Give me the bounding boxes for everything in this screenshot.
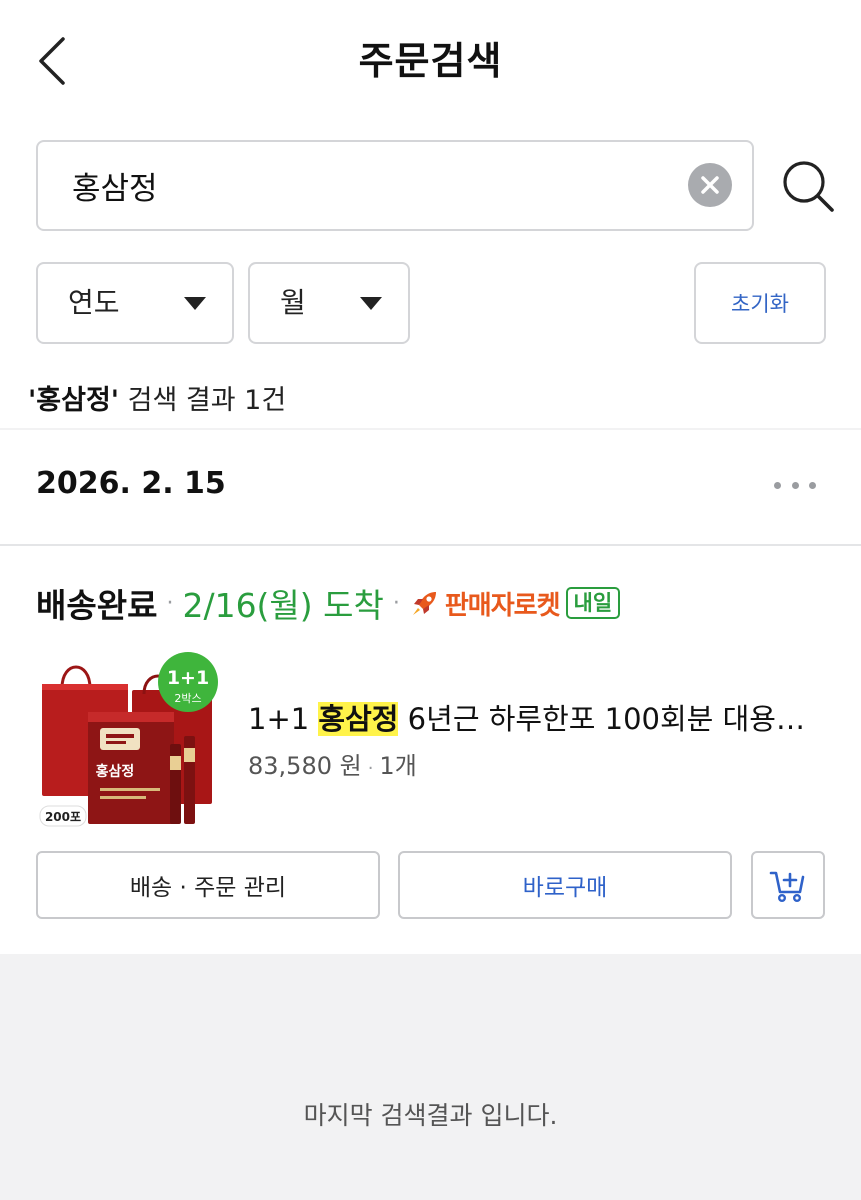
cart-plus-icon [769, 871, 805, 903]
separator-dot: · [392, 590, 400, 616]
product-title-prefix: 1+1 [248, 702, 319, 736]
clear-search-button[interactable] [688, 163, 732, 207]
product-price: 83,580 원 [248, 752, 362, 780]
pack-count-label: 200포 [45, 810, 81, 824]
product-image[interactable]: 홍삼정 1+1 2박스 200포 [36, 650, 220, 828]
search-box [36, 140, 754, 231]
separator-dot: · [367, 758, 374, 779]
product-quantity: 1개 [379, 752, 417, 780]
add-to-cart-button[interactable] [751, 851, 825, 919]
order-card: 2026. 2. 15 배송완료 · 2/16(월) 도착 · 판매자로켓 내일 [0, 430, 861, 954]
end-of-results-message: 마지막 검색결과 입니다. [303, 1101, 558, 1130]
month-dropdown[interactable]: 월 [248, 262, 410, 344]
rocket-icon [412, 592, 436, 615]
product-title-highlight: 홍삼정 [318, 702, 399, 736]
more-dot-icon [774, 481, 781, 489]
tomorrow-badge: 내일 [565, 587, 621, 619]
divider [0, 544, 861, 546]
caret-down-icon [360, 297, 382, 310]
more-options-button[interactable] [774, 476, 816, 494]
result-summary: '홍삼정' 검색 결과 1건 [28, 378, 286, 417]
search-button[interactable] [780, 158, 836, 214]
year-dropdown[interactable]: 연도 [36, 262, 234, 344]
result-query: '홍삼정' [28, 385, 120, 416]
buy-again-button[interactable]: 바로구매 [398, 851, 732, 919]
result-count-text: 검색 결과 1건 [119, 385, 287, 416]
reset-button[interactable]: 초기화 [694, 262, 826, 344]
search-input[interactable] [72, 142, 672, 229]
separator-dot: · [166, 590, 174, 616]
top-panel: 주문검색 연도 월 초기화 '홍삼정' 검색 결과 1건 [0, 0, 861, 428]
delivery-type-label: 판매자로켓 [444, 590, 561, 621]
close-icon [701, 176, 719, 194]
more-dot-icon [809, 481, 816, 489]
order-date: 2026. 2. 15 [36, 466, 226, 501]
year-dropdown-label: 연도 [68, 286, 120, 319]
bundle-badge-subtext: 2박스 [174, 692, 201, 705]
order-manage-button[interactable]: 배송 · 주문 관리 [36, 851, 380, 919]
delivery-status: 배송완료 [36, 586, 158, 625]
price-row: 83,580 원 · 1개 [248, 746, 417, 781]
delivery-status-row: 배송완료 · 2/16(월) 도착 · 판매자로켓 내일 [36, 580, 621, 626]
bundle-badge-text: 1+1 [167, 667, 209, 689]
product-title[interactable]: 1+1 홍삼정 6년근 하루한포 100회분 대용량 선물세트 [248, 696, 818, 738]
month-dropdown-label: 월 [280, 286, 306, 319]
page-title: 주문검색 [358, 39, 503, 83]
product-title-suffix: 6년근 하루한포 100회분 대용량 선물세트 [407, 702, 818, 736]
delivery-type: 판매자로켓 내일 [409, 585, 621, 622]
caret-down-icon [184, 297, 206, 310]
more-dot-icon [791, 481, 799, 489]
search-icon [783, 161, 834, 212]
arrival-date: 2/16(월) 도착 [182, 586, 384, 625]
product-box-label: 홍삼정 [96, 763, 135, 780]
